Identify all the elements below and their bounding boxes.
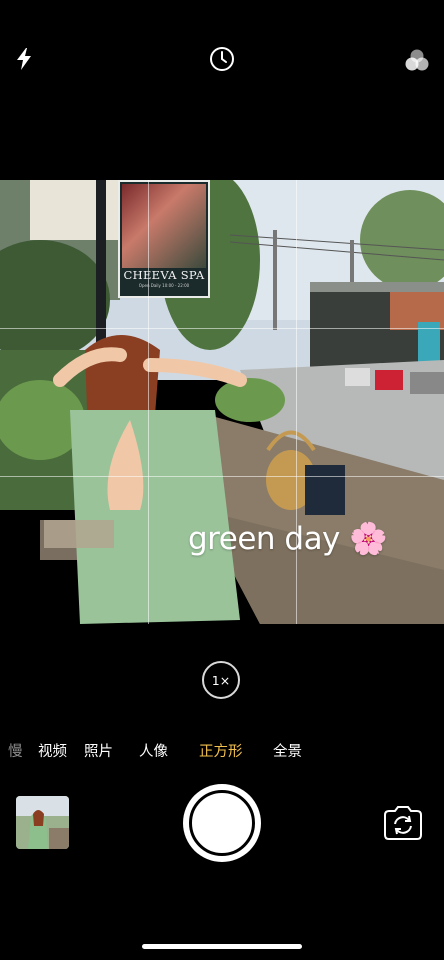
viewfinder[interactable]: CHEEVA SPA Open Daily 10:00 - 22:00 gree… xyxy=(0,180,444,624)
mode-panorama[interactable]: 全景 xyxy=(273,740,302,761)
last-photo-thumbnail[interactable] xyxy=(16,796,69,849)
spa-sign: CHEEVA SPA Open Daily 10:00 - 22:00 xyxy=(118,180,210,298)
spa-sign-subtitle: Open Daily 10:00 - 22:00 xyxy=(138,283,190,288)
flash-icon[interactable] xyxy=(12,46,36,72)
shutter-button[interactable] xyxy=(183,784,261,862)
mode-photo[interactable]: 照片 xyxy=(84,740,113,761)
camera-flip-icon[interactable] xyxy=(381,805,425,841)
mode-video[interactable]: 视频 xyxy=(38,740,67,761)
grid-line xyxy=(296,180,297,624)
filters-icon[interactable] xyxy=(402,47,432,73)
shutter-inner-ring xyxy=(189,790,255,856)
caption-text: green day xyxy=(188,521,340,557)
home-indicator[interactable] xyxy=(142,944,302,949)
mode-portrait[interactable]: 人像 xyxy=(139,740,168,761)
mode-selector: 慢 视频 照片 人像 正方形 全景 xyxy=(0,740,444,764)
grid-line xyxy=(0,476,444,477)
thumbnail-image xyxy=(16,796,69,849)
grid-line xyxy=(148,180,149,624)
grid-line xyxy=(0,328,444,329)
live-photo-icon[interactable] xyxy=(208,45,236,73)
flower-emoji-icon: 🌸 xyxy=(349,521,388,557)
camera-top-bar xyxy=(0,0,444,120)
mode-slow-motion[interactable]: 慢 xyxy=(8,740,23,761)
spa-sign-photo xyxy=(122,184,206,268)
spa-sign-title: CHEEVA SPA xyxy=(123,268,205,282)
mode-square[interactable]: 正方形 xyxy=(199,740,243,761)
zoom-button[interactable]: 1× xyxy=(202,661,240,699)
viewfinder-scene xyxy=(0,180,444,624)
photo-caption: green day 🌸 xyxy=(188,520,388,557)
